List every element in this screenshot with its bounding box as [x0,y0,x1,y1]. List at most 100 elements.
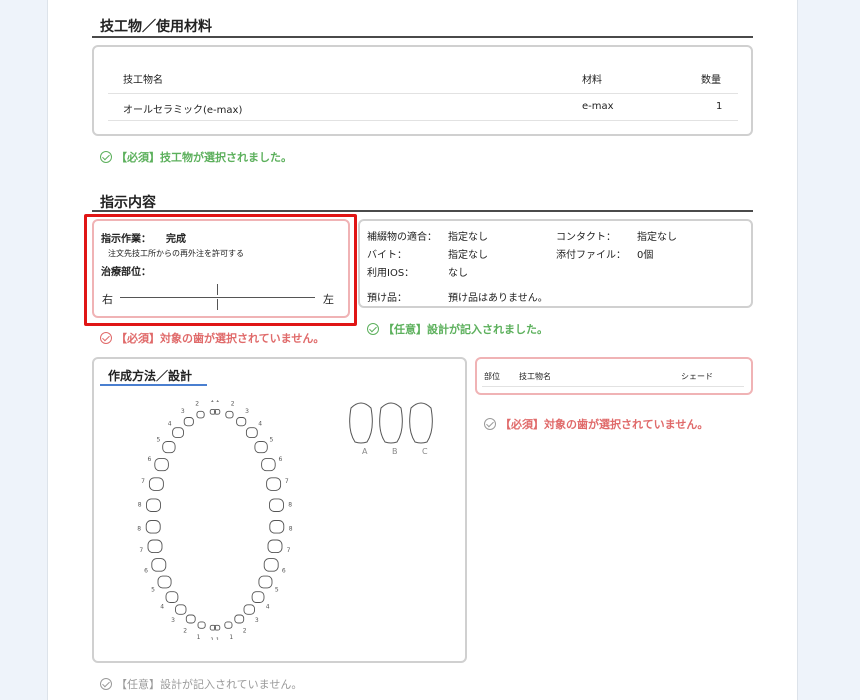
lower-tooth-number-9: 4 [266,603,270,610]
lower-tooth-number-17: 8 [289,525,293,532]
fit-value: 指定なし [448,232,488,243]
table-divider [108,120,738,121]
shade-tooth-b-icon [379,402,403,444]
section-rule [92,36,753,38]
lower-tooth-11 [258,575,273,589]
upper-tooth-5 [236,417,247,427]
lower-tooth-number-16: 8 [137,525,141,532]
lower-tooth-14 [147,539,163,554]
upper-tooth-number-8: 5 [157,437,161,444]
lower-tooth-17 [269,520,285,534]
upper-tooth-number-3: 2 [231,400,235,407]
lower-tooth-10 [157,575,172,589]
lower-tooth-number-14: 7 [139,547,143,554]
lower-tooth-7 [243,604,255,615]
lower-tooth-5 [234,614,245,624]
section-title-instructions: 指示内容 [100,195,156,211]
lower-tooth-13 [263,558,279,572]
lower-tooth-number-10: 5 [151,587,155,594]
upper-tooth-14 [146,498,161,512]
lower-tooth-2 [197,621,206,629]
row-name[interactable]: オールセラミック(e-max) [123,101,242,116]
tooth-chart-midline [120,297,315,298]
upper-tooth-number-9: 5 [270,437,274,444]
check-circle-icon [100,332,112,344]
lower-tooth-9 [251,591,265,603]
status-tooth-required: 【必須】対象の歯が選択されていません。 [100,330,324,346]
check-circle-icon [484,418,496,430]
bite-value: 指定なし [448,250,488,261]
status-tooth-required-2: 【必須】対象の歯が選択されていません。 [484,416,708,432]
check-circle-icon [100,678,112,690]
site-label: 治療部位： [101,267,151,278]
col-header-item: 技工物名 [519,372,551,381]
fit-label: 補綴物の適合： [367,232,437,243]
upper-tooth-number-14: 8 [138,501,142,508]
upper-tooth-number-4: 3 [181,408,185,415]
lower-tooth-number-1: 1 [216,637,220,640]
work-label: 指示作業： [101,234,151,245]
upper-tooth-number-11: 6 [279,456,283,463]
lower-tooth-number-6: 3 [171,617,175,624]
upper-tooth-7 [245,427,258,439]
contact-value: 指定なし [637,232,677,243]
right-label: 右 [102,293,113,306]
col-header-site: 部位 [484,372,500,381]
lower-tooth-6 [175,604,187,615]
upper-tooth-8 [162,441,176,454]
ios-label: 利用IOS： [367,268,415,279]
lower-tooth-number-5: 2 [243,628,247,635]
attach-value[interactable]: 0個 [637,246,653,261]
upper-tooth-number-12: 7 [141,478,145,485]
lower-tooth-number-15: 7 [287,547,291,554]
upper-tooth-15 [269,498,284,512]
lower-tooth-number-0: 1 [210,637,214,640]
dental-arch-diagram[interactable]: 1122334455667788111122334455667788 [125,400,305,640]
tab-design[interactable]: 作成方法／設計 [108,367,192,384]
upper-tooth-13 [266,477,282,491]
work-value: 完成 [166,234,186,245]
table-divider [482,386,744,387]
shade-label-a: A [362,447,368,456]
lower-tooth-12 [151,558,167,572]
upper-tooth-3 [225,410,234,419]
lower-tooth-number-7: 3 [255,617,259,624]
status-materials: 【必須】技工物が選択されました。 [100,149,292,165]
lower-tooth-number-11: 5 [275,587,279,594]
lower-tooth-16 [145,520,161,534]
status-design-empty: 【任意】設計が記入されていません。 [100,676,302,692]
upper-tooth-number-15: 8 [288,501,292,508]
attach-label: 添付ファイル： [556,250,626,261]
ios-value: なし [448,268,468,279]
shade-label-b: B [392,447,398,456]
col-header-material: 材料 [582,75,602,86]
lower-tooth-15 [267,539,283,554]
left-label: 左 [323,293,334,306]
shade-tooth-a-icon [349,402,373,444]
lower-tooth-number-13: 6 [282,568,286,575]
lower-tooth-3 [224,621,233,629]
upper-tooth-10 [154,457,169,472]
section-rule [92,210,753,212]
upper-tooth-12 [148,477,164,491]
table-divider [108,93,738,94]
shade-label-c: C [422,447,428,456]
lower-tooth-8 [165,591,179,603]
upper-tooth-9 [254,441,268,454]
col-header-qty: 数量 [701,75,721,86]
upper-tooth-number-5: 3 [245,408,249,415]
upper-tooth-number-7: 4 [258,421,262,428]
tab-underline [100,384,207,386]
lower-tooth-number-8: 4 [160,603,164,610]
section-title-materials: 技工物／使用材料 [100,19,212,35]
tooth-chart-upper-tick [217,284,218,295]
upper-tooth-number-6: 4 [168,421,172,428]
shade-tooth-c-icon [409,402,433,444]
tooth-chart-lower-tick [217,299,218,310]
col-header-shade: シェード [681,372,713,381]
lower-tooth-number-12: 6 [144,568,148,575]
upper-tooth-6 [172,427,184,439]
status-design-entered: 【任意】設計が記入されました。 [367,321,548,337]
reorder-note: 注文先技工所からの再外注を許可する [108,249,244,258]
lower-tooth-number-2: 1 [197,634,201,640]
